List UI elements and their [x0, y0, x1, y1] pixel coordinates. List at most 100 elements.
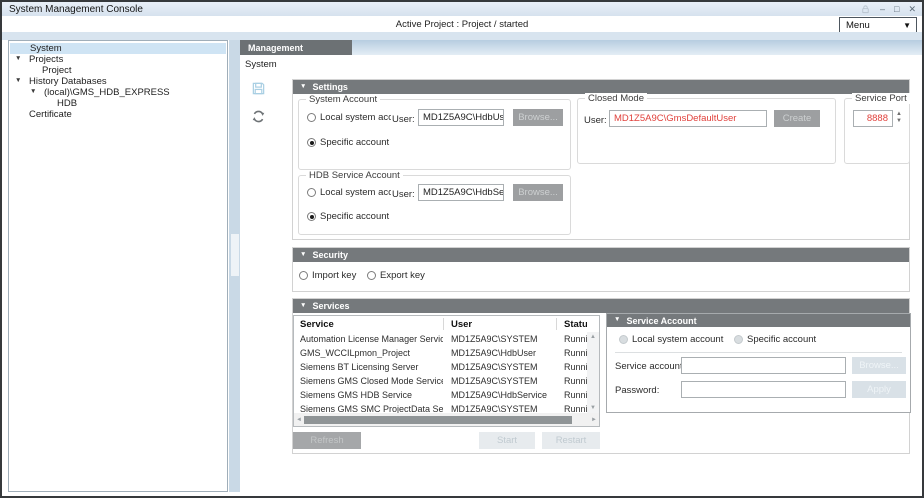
import-key-label: Import key: [312, 270, 356, 281]
spinner-down-icon[interactable]: ▼: [896, 118, 902, 124]
refresh-icon[interactable]: [251, 109, 267, 125]
column-header-service[interactable]: Service: [300, 319, 440, 330]
export-key-label: Export key: [380, 270, 425, 281]
breadcrumb: System: [245, 59, 277, 70]
table-row[interactable]: Siemens GMS HDB Service MD1Z5A9C\HdbServ…: [294, 388, 587, 402]
panel-specific-account-radio[interactable]: [734, 335, 743, 344]
table-row[interactable]: Siemens GMS SMC ProjectData Servi MD1Z5A…: [294, 402, 587, 413]
services-section-header[interactable]: ▼ Services: [293, 299, 909, 313]
scroll-down-icon[interactable]: ▼: [590, 405, 596, 411]
restart-button[interactable]: Restart: [542, 432, 600, 449]
service-port-spinner[interactable]: ▲ ▼: [896, 111, 902, 124]
tab-management-label: Management: [248, 43, 303, 53]
security-section-title: Security: [312, 250, 348, 260]
hdb-local-system-account-radio[interactable]: [307, 188, 316, 197]
start-button[interactable]: Start: [479, 432, 535, 449]
column-header-user[interactable]: User: [451, 319, 541, 330]
close-icon[interactable]: ✕: [908, 5, 916, 14]
service-port-input[interactable]: 8888: [853, 110, 893, 127]
service-port-group: Service Port 8888 ▲ ▼: [844, 98, 910, 164]
services-vertical-scrollbar[interactable]: ▲ ▼: [587, 332, 599, 413]
collapse-icon[interactable]: ▼: [300, 303, 306, 310]
menu-dropdown[interactable]: Menu ▼: [839, 17, 917, 33]
settings-section-title: Settings: [312, 82, 348, 92]
collapse-icon[interactable]: ▼: [300, 252, 306, 259]
sidebar-item-gms-hdb-express[interactable]: ▼ (local)\GMS_HDB_EXPRESS: [10, 87, 226, 98]
table-row[interactable]: Siemens BT Licensing Server MD1Z5A9C\SYS…: [294, 360, 587, 374]
tree-scrollbar[interactable]: [229, 40, 240, 492]
app-window: System Management Console – □ ✕ Active P…: [0, 0, 924, 498]
hdb-local-system-account-label: Local system account: [320, 187, 391, 198]
service-account-field-label: Service account:: [615, 361, 685, 372]
security-section: ▼ Security Import key Export key: [292, 247, 910, 292]
settings-section: ▼ Settings System Account Local system a…: [292, 79, 910, 240]
system-account-user-input[interactable]: MD1Z5A9C\HdbUser: [418, 109, 504, 126]
hdb-user-input[interactable]: MD1Z5A9C\HdbServic: [418, 184, 504, 201]
maximize-icon[interactable]: □: [894, 5, 899, 14]
system-account-legend: System Account: [306, 94, 380, 105]
collapse-icon[interactable]: ▼: [614, 317, 620, 324]
sidebar-item-hdb[interactable]: HDB: [10, 98, 226, 109]
collapse-icon[interactable]: ▼: [300, 84, 306, 91]
horizontal-scrollbar-thumb[interactable]: [304, 416, 572, 424]
panel-local-system-account-radio[interactable]: [619, 335, 628, 344]
sidebar-item-projects[interactable]: ▼ Projects: [10, 54, 226, 65]
panel-specific-account-label: Specific account: [747, 334, 816, 345]
column-separator[interactable]: [556, 318, 557, 330]
closed-mode-user-input[interactable]: MD1Z5A9C\GmsDefaultUser: [609, 110, 767, 127]
tab-management[interactable]: Management: [240, 40, 352, 55]
services-section: ▼ Services Service User Status Automatio…: [292, 298, 910, 454]
expander-icon[interactable]: ▼: [15, 78, 21, 85]
services-horizontal-scrollbar[interactable]: ◄ ►: [294, 413, 599, 426]
minimize-icon[interactable]: –: [880, 5, 885, 14]
scroll-up-icon[interactable]: ▲: [590, 334, 596, 340]
export-key-radio[interactable]: [367, 271, 376, 280]
apply-button[interactable]: Apply: [852, 381, 906, 398]
tree-scrollbar-thumb[interactable]: [231, 234, 239, 276]
table-row[interactable]: GMS_WCCILpmon_Project MD1Z5A9C\HdbUser R…: [294, 346, 587, 360]
create-button[interactable]: Create: [774, 110, 820, 127]
sidebar-item-system[interactable]: System: [10, 43, 226, 54]
column-header-status[interactable]: Status: [564, 319, 587, 330]
expander-icon[interactable]: ▼: [30, 89, 36, 96]
services-table: Service User Status Automation License M…: [293, 315, 600, 427]
hdb-service-account-legend: HDB Service Account: [306, 170, 403, 181]
specific-account-radio[interactable]: [307, 138, 316, 147]
settings-section-header[interactable]: ▼ Settings: [293, 80, 909, 94]
expander-icon[interactable]: ▼: [15, 56, 21, 63]
hdb-service-account-group: HDB Service Account Local system account…: [298, 175, 571, 235]
lock-icon: [860, 4, 871, 15]
window-controls: – □ ✕: [860, 2, 916, 16]
import-key-radio[interactable]: [299, 271, 308, 280]
chevron-down-icon: ▼: [903, 21, 916, 30]
system-account-browse-button[interactable]: Browse...: [513, 109, 563, 126]
closed-mode-legend: Closed Mode: [585, 93, 647, 104]
user-label: User:: [392, 114, 415, 125]
local-system-account-radio[interactable]: [307, 113, 316, 122]
sidebar-item-history-databases[interactable]: ▼ History Databases: [10, 76, 226, 87]
refresh-button[interactable]: Refresh: [293, 432, 361, 449]
hdb-browse-button[interactable]: Browse...: [513, 184, 563, 201]
security-section-header[interactable]: ▼ Security: [293, 248, 909, 262]
sidebar-item-certificate[interactable]: Certificate: [10, 109, 226, 120]
column-separator[interactable]: [443, 318, 444, 330]
services-table-body: Automation License Manager Service MD1Z5…: [294, 332, 587, 413]
hdb-specific-account-radio[interactable]: [307, 212, 316, 221]
service-account-panel-header[interactable]: ▼ Service Account: [607, 314, 910, 327]
specific-account-label: Specific account: [320, 137, 389, 148]
spinner-up-icon[interactable]: ▲: [896, 111, 902, 117]
header-strip: [2, 32, 922, 40]
table-row[interactable]: Siemens GMS Closed Mode Service MD1Z5A9C…: [294, 374, 587, 388]
save-icon[interactable]: [251, 81, 267, 97]
hdb-specific-account-label: Specific account: [320, 211, 389, 222]
scroll-left-icon[interactable]: ◄: [294, 417, 304, 423]
service-account-input[interactable]: [681, 357, 846, 374]
panel-browse-button[interactable]: Browse...: [852, 357, 906, 374]
password-field-label: Password:: [615, 385, 659, 396]
local-system-account-label: Local system account: [320, 112, 391, 123]
service-account-panel-title: Service Account: [626, 316, 696, 326]
table-row[interactable]: Automation License Manager Service MD1Z5…: [294, 332, 587, 346]
scroll-right-icon[interactable]: ►: [589, 417, 599, 423]
password-input[interactable]: [681, 381, 846, 398]
sidebar-item-project[interactable]: Project: [10, 65, 226, 76]
